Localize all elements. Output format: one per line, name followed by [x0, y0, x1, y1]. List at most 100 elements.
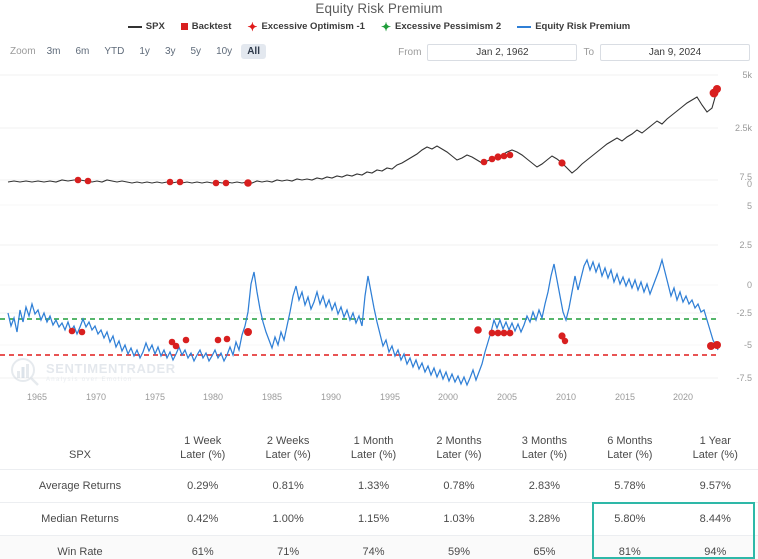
cell: 2.83% [528, 479, 560, 492]
equity-risk-premium-line [7, 257, 719, 387]
cell: 1.03% [443, 512, 475, 525]
chart-plot-area[interactable] [0, 64, 758, 389]
legend-line-icon [127, 25, 142, 28]
row-label-win-rate: Win Rate [57, 545, 103, 558]
zoom-button-ytd[interactable]: YTD [98, 44, 130, 59]
cell: 0.78% [443, 479, 475, 492]
table-header: SPX 1 Week Later (%) 2 Weeks Later (%) 1… [0, 424, 758, 469]
column-header-line1: 1 Year [699, 435, 731, 447]
row-label-average-returns: Average Returns [38, 479, 122, 492]
erp-backtest-markers [68, 326, 721, 350]
x-tick-2010: 2010 [555, 392, 577, 402]
x-tick-2015: 2015 [614, 392, 636, 402]
zoom-label: Zoom [10, 46, 36, 57]
cell: 1.00% [272, 512, 304, 525]
from-date-input[interactable] [427, 44, 578, 61]
y-tick-erp--2.5: -2.5 [736, 308, 752, 318]
column-header-line1: 1 Week [184, 435, 222, 447]
table-corner-header: SPX [68, 448, 91, 461]
cell: 1.15% [357, 512, 390, 525]
table-header-row: SPX 1 Week Later (%) 2 Weeks Later (%) 1… [0, 424, 758, 469]
legend-item-spx[interactable]: SPX [127, 21, 165, 32]
cell: 9.57% [699, 479, 731, 492]
table-row: Average Returns 0.29% 0.81% 1.33% 0.78% … [0, 469, 758, 502]
y-tick-erp-5: 5 [746, 201, 752, 211]
equity-risk-premium-chart-page: Equity Risk Premium SPX Backtest ✦ Exces… [0, 0, 758, 559]
returns-stats-table: SPX 1 Week Later (%) 2 Weeks Later (%) 1… [0, 424, 758, 559]
zoom-button-3m[interactable]: 3m [41, 44, 67, 59]
cell: 0.29% [187, 479, 219, 492]
zoom-button-group: Zoom 3m 6m YTD 1y 3y 5y 10y All [10, 44, 266, 59]
x-axis: 1965 1970 1975 1980 1985 1990 1995 2000 … [0, 392, 758, 410]
x-tick-1970: 1970 [85, 392, 107, 402]
date-range-group: From To [398, 44, 750, 61]
column-header-3-months: 3 Months Later (%) [502, 424, 587, 469]
y-tick-erp-2.5: 2.5 [739, 240, 752, 250]
zoom-button-1y[interactable]: 1y [133, 44, 156, 59]
legend-label: Excessive Optimism -1 [261, 21, 365, 32]
zoom-button-6m[interactable]: 6m [69, 44, 95, 59]
cell: 3.28% [528, 512, 560, 525]
star-icon: ✦ [380, 19, 392, 34]
zoom-button-10y[interactable]: 10y [210, 44, 238, 59]
y-tick-erp--5: -5 [743, 340, 752, 350]
x-tick-1995: 1995 [379, 392, 401, 402]
from-label: From [398, 47, 422, 58]
column-header-line1: 1 Month [353, 435, 394, 447]
column-header-line2: Later (%) [607, 448, 653, 461]
returns-stats-table-wrapper: SPX 1 Week Later (%) 2 Weeks Later (%) 1… [0, 424, 758, 559]
cell: 65% [533, 545, 556, 558]
legend-item-excessive-optimism[interactable]: ✦ Excessive Optimism -1 [247, 19, 365, 34]
cell: 74% [362, 545, 385, 558]
x-tick-2000: 2000 [437, 392, 459, 402]
range-controls: Zoom 3m 6m YTD 1y 3y 5y 10y All From To [0, 44, 758, 64]
column-header-line2: Later (%) [265, 448, 311, 461]
cell-highlighted: 94% [704, 545, 727, 558]
y-tick-spx-2.5k: 2.5k [734, 123, 752, 133]
legend-label: SPX [145, 21, 165, 32]
y-tick-spx-0: 0 [746, 179, 752, 189]
x-tick-1975: 1975 [144, 392, 166, 402]
column-header-line2: Later (%) [521, 448, 568, 461]
legend-label: Excessive Pessimism 2 [395, 21, 502, 32]
to-date-input[interactable] [600, 44, 750, 61]
column-header-line1: 2 Months [436, 435, 482, 447]
legend-item-backtest[interactable]: Backtest [180, 21, 232, 32]
zoom-button-all[interactable]: All [241, 44, 266, 59]
column-header-line2: Later (%) [350, 448, 397, 461]
table-body: Average Returns 0.29% 0.81% 1.33% 0.78% … [0, 469, 758, 559]
cell: 5.78% [614, 479, 646, 492]
legend-item-excessive-pessimism[interactable]: ✦ Excessive Pessimism 2 [380, 19, 502, 34]
column-header-1-week: 1 Week Later (%) [160, 424, 245, 469]
y-tick-erp-0: 0 [746, 280, 752, 290]
legend-label: Equity Risk Premium [535, 21, 631, 32]
x-tick-1990: 1990 [320, 392, 342, 402]
legend-item-equity-risk-premium[interactable]: Equity Risk Premium [517, 21, 630, 32]
star-icon: ✦ [247, 19, 258, 34]
table-row: Win Rate 61% 71% 74% 59% 65% 81% 94% [0, 535, 758, 559]
cell: 0.81% [272, 479, 304, 492]
cell: 59% [447, 545, 470, 558]
x-tick-1985: 1985 [261, 392, 283, 402]
x-tick-1965: 1965 [26, 392, 48, 402]
cell: 1.33% [357, 479, 390, 492]
row-label-median-returns: Median Returns [41, 512, 119, 525]
legend-line-icon [517, 25, 532, 28]
legend-square-icon [180, 23, 188, 30]
spx-price-line [7, 90, 719, 184]
cell-highlighted: 5.80% [614, 512, 646, 525]
x-tick-2005: 2005 [496, 392, 518, 402]
zoom-button-3y[interactable]: 3y [159, 44, 182, 59]
legend-label: Backtest [191, 21, 232, 32]
y-axis-right: 5k 2.5k 7.5 0 5 2.5 0 -2.5 -5 -7.5 [722, 64, 756, 389]
x-tick-1980: 1980 [202, 392, 224, 402]
chart-svg [0, 74, 721, 387]
y-tick-erp--7.5: -7.5 [736, 373, 752, 383]
x-tick-2020: 2020 [672, 392, 694, 402]
cell: 61% [191, 545, 214, 558]
column-header-2-months: 2 Months Later (%) [416, 424, 501, 469]
column-header-6-months: 6 Months Later (%) [587, 424, 672, 469]
zoom-button-5y[interactable]: 5y [185, 44, 208, 59]
column-header-line1: 2 Weeks [266, 435, 310, 447]
to-label: To [583, 47, 594, 58]
